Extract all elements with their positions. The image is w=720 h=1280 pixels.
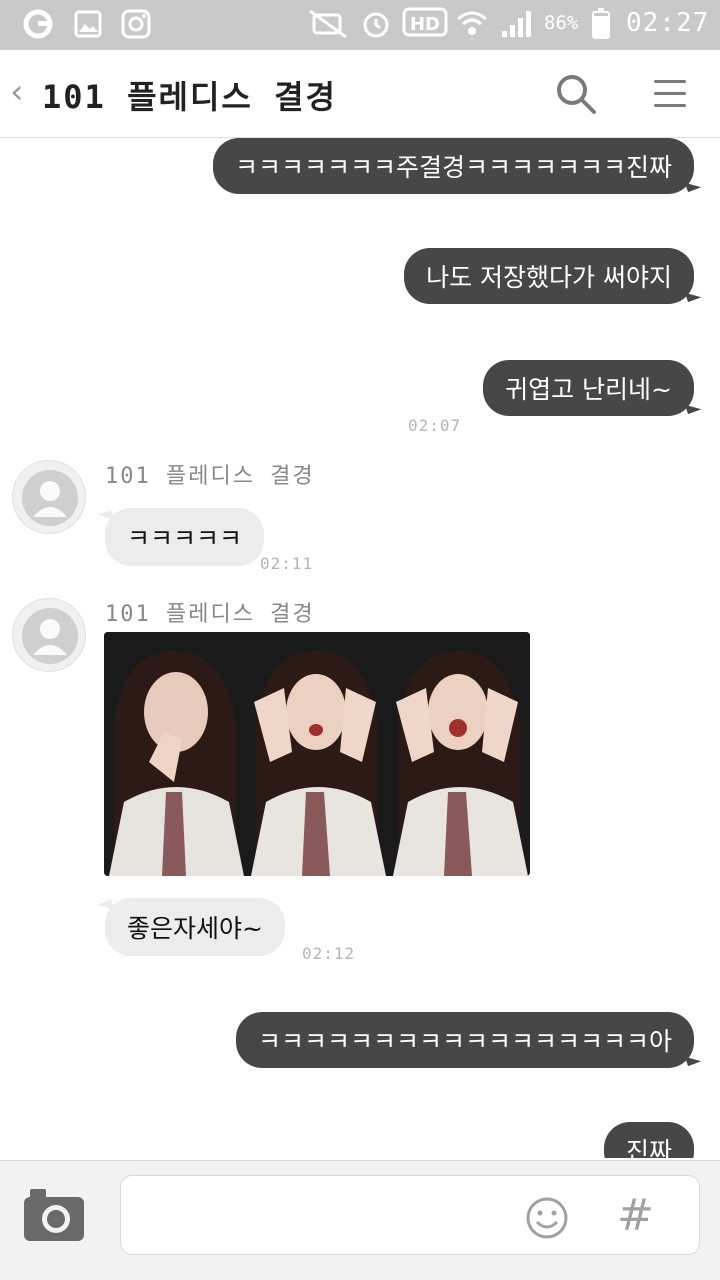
back-icon[interactable]: ‹: [10, 72, 24, 112]
battery-percent: 86%: [544, 12, 579, 34]
message-time: 02:07: [408, 416, 462, 435]
gallery-icon: [72, 8, 104, 40]
mute-icon: [306, 8, 350, 40]
message-incoming[interactable]: 좋은자세야~: [105, 898, 285, 956]
message-input[interactable]: #: [120, 1175, 700, 1255]
alarm-icon: [360, 8, 392, 40]
signal-icon: [500, 8, 532, 40]
message-outgoing[interactable]: 귀엽고 난리네~: [483, 360, 694, 416]
battery-icon: [592, 8, 610, 39]
chat-header: ‹ 101 플레디스 결경: [0, 50, 720, 138]
message-time: 02:11: [260, 554, 314, 573]
camera-icon[interactable]: [22, 1187, 86, 1243]
message-input-bar: #: [0, 1160, 720, 1280]
wifi-icon: [456, 8, 488, 40]
sender-name: 101 플레디스 결경: [105, 464, 315, 489]
message-time: 02:12: [302, 944, 356, 963]
kakao-icon: [22, 8, 54, 40]
hashtag-icon[interactable]: #: [617, 1190, 654, 1241]
status-time: 02:27: [626, 8, 710, 38]
status-bar: HD 86% 02:27: [0, 0, 720, 50]
instagram-icon: [120, 8, 152, 40]
message-incoming[interactable]: ㅋㅋㅋㅋㅋ: [105, 508, 265, 566]
menu-icon[interactable]: [650, 74, 690, 114]
avatar[interactable]: [12, 460, 86, 534]
hd-icon: HD: [402, 7, 448, 40]
avatar[interactable]: [12, 598, 86, 672]
message-outgoing[interactable]: ㅋㅋㅋㅋㅋㅋㅋㅋㅋㅋㅋㅋㅋㅋㅋㅋㅋ아: [235, 1012, 694, 1068]
emoji-icon[interactable]: [525, 1196, 569, 1240]
svg-text:HD: HD: [410, 14, 440, 35]
sender-name: 101 플레디스 결경: [105, 602, 315, 627]
message-outgoing[interactable]: ㅋㅋㅋㅋㅋㅋㅋ주결경ㅋㅋㅋㅋㅋㅋㅋ진짜: [212, 138, 694, 194]
shared-photo[interactable]: [104, 632, 530, 876]
chat-area[interactable]: ㅋㅋㅋㅋㅋㅋㅋ주결경ㅋㅋㅋㅋㅋㅋㅋ진짜 나도 저장했다가 써야지 귀엽고 난리네…: [0, 138, 720, 1158]
search-icon[interactable]: [552, 70, 600, 118]
chat-title: 101 플레디스 결경: [42, 78, 337, 116]
message-outgoing[interactable]: 진짜: [603, 1122, 694, 1158]
message-outgoing[interactable]: 나도 저장했다가 써야지: [404, 248, 694, 304]
